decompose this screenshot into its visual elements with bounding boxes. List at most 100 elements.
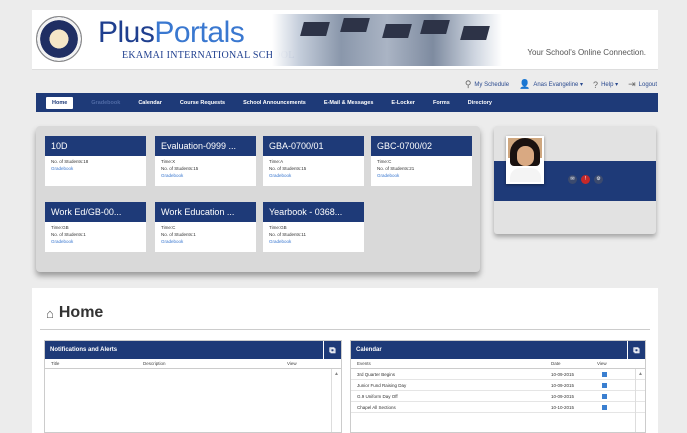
nav-school-announcements[interactable]: School Announcements xyxy=(243,100,306,106)
view-icon[interactable] xyxy=(602,383,607,388)
scrollbar[interactable]: ▲ xyxy=(635,369,645,432)
class-card-line: No. of Students:1 xyxy=(51,232,86,237)
class-card-line: Time:C xyxy=(161,225,176,230)
column-header: Title Description View xyxy=(45,359,341,369)
help-menu[interactable]: ? Help ▾ xyxy=(593,80,618,90)
nav-directory[interactable]: Directory xyxy=(468,100,492,106)
event-name: Junior Fund Raising Day xyxy=(357,383,407,388)
help-icon: ? xyxy=(593,79,599,90)
nav-home[interactable]: Home xyxy=(46,96,74,109)
home-icon: ⌂ xyxy=(46,305,54,321)
brand-portals: Portals xyxy=(154,16,245,49)
nav-gradebook[interactable]: Gradebook xyxy=(91,100,120,106)
event-date: 10-09-2015 xyxy=(551,383,575,388)
class-card-title: Evaluation-0999 ... xyxy=(155,136,256,156)
class-card[interactable]: 10D No. of Students:18 Gradebook xyxy=(45,136,146,186)
gradebook-link[interactable]: Gradebook xyxy=(269,172,358,179)
class-card[interactable]: Evaluation-0999 ... Time:X No. of Studen… xyxy=(155,136,256,186)
profile-icons: ✉ ! ⚙ xyxy=(568,175,603,184)
user-name: Anas Evangeline ▾ xyxy=(533,82,584,88)
user-toolbar: ⚲ My Schedule 👤 Anas Evangeline ▾ ? Help… xyxy=(465,79,657,90)
class-card-line: Time:GB xyxy=(269,225,287,230)
table-row[interactable]: 3rd Quarter Begins 10-09-2015 xyxy=(351,369,645,380)
alert-icon[interactable]: ! xyxy=(581,175,590,184)
expand-icon[interactable]: ⧉ xyxy=(627,341,645,359)
widget-title: Calendar xyxy=(356,347,382,353)
class-card-line: No. of Students:1 xyxy=(161,232,196,237)
nav-course-requests[interactable]: Course Requests xyxy=(180,100,225,106)
schedule-icon: ⚲ xyxy=(464,79,472,89)
my-schedule-link[interactable]: ⚲ My Schedule xyxy=(465,79,509,90)
gradebook-link[interactable]: Gradebook xyxy=(51,238,140,245)
logout-link[interactable]: ⇥ Logout xyxy=(628,79,657,90)
col-title: Title xyxy=(51,361,60,366)
gradebook-link[interactable]: Gradebook xyxy=(161,238,250,245)
class-card[interactable]: Yearbook - 0368... Time:GB No. of Studen… xyxy=(263,202,364,252)
event-name: Chapel All Sections xyxy=(357,405,396,410)
calendar-widget: Calendar ⧉ Events Date View 3rd Quarter … xyxy=(350,340,646,433)
help-label: Help ▾ xyxy=(601,82,619,88)
header-banner: PlusPortals EKAMAI INTERNATIONAL SCHOOL … xyxy=(32,10,658,70)
graduates-banner-image xyxy=(272,14,502,66)
divider xyxy=(40,329,650,330)
class-card-title: 10D xyxy=(45,136,146,156)
table-row[interactable]: Chapel All Sections 10-10-2015 xyxy=(351,402,645,413)
settings-icon[interactable]: ⚙ xyxy=(594,175,603,184)
event-name: G.9 Uniform Day Off xyxy=(357,394,398,399)
view-icon[interactable] xyxy=(602,394,607,399)
col-view: View xyxy=(287,361,297,366)
class-card[interactable]: Work Education ... Time:C No. of Student… xyxy=(155,202,256,252)
event-date: 10-09-2015 xyxy=(551,394,575,399)
class-card-title: GBC-0700/02 xyxy=(371,136,472,156)
col-view: View xyxy=(597,361,607,366)
class-card[interactable]: GBC-0700/02 Time:C No. of Students:21 Gr… xyxy=(371,136,472,186)
expand-icon[interactable]: ⧉ xyxy=(323,341,341,359)
school-name: EKAMAI INTERNATIONAL SCHOOL xyxy=(122,50,295,61)
page-title-text: Home xyxy=(58,304,104,321)
table-row[interactable]: G.9 Uniform Day Off 10-09-2015 xyxy=(351,391,645,402)
my-schedule-label: My Schedule xyxy=(474,81,510,88)
col-description: Description xyxy=(143,361,166,366)
gradebook-link[interactable]: Gradebook xyxy=(269,238,358,245)
class-card-line: Time:A xyxy=(269,159,284,164)
home-section: ⌂ Home Notifications and Alerts ⧉ Title … xyxy=(32,288,658,433)
col-date: Date xyxy=(551,361,561,366)
class-card[interactable]: Work Ed/GB-00... Time:GB No. of Students… xyxy=(45,202,146,252)
gradebook-link[interactable]: Gradebook xyxy=(377,172,466,179)
class-card-title: GBA-0700/01 xyxy=(263,136,364,156)
class-card[interactable]: GBA-0700/01 Time:A No. of Students:15 Gr… xyxy=(263,136,364,186)
tagline: Your School's Online Connection. xyxy=(527,48,646,57)
nav-calendar[interactable]: Calendar xyxy=(138,100,162,106)
event-date: 10-10-2015 xyxy=(551,405,575,410)
event-date: 10-09-2015 xyxy=(551,372,575,377)
col-events: Events xyxy=(357,361,371,366)
plusportals-logo[interactable]: PlusPortals xyxy=(98,16,245,50)
logout-icon: ⇥ xyxy=(628,79,636,89)
scrollbar[interactable]: ▲ xyxy=(331,369,341,432)
user-menu[interactable]: 👤 Anas Evangeline ▾ xyxy=(519,79,583,90)
widget-header: Notifications and Alerts ⧉ xyxy=(45,341,341,359)
class-card-line: No. of Students:18 xyxy=(51,159,89,164)
class-card-line: No. of Students:11 xyxy=(269,232,306,237)
gradebook-link[interactable]: Gradebook xyxy=(51,165,140,172)
view-icon[interactable] xyxy=(602,372,607,377)
table-row[interactable]: Junior Fund Raising Day 10-09-2015 xyxy=(351,380,645,391)
gradebook-link[interactable]: Gradebook xyxy=(161,172,250,179)
avatar[interactable] xyxy=(506,136,544,184)
widget-header: Calendar ⧉ xyxy=(351,341,645,359)
class-card-title: Work Ed/GB-00... xyxy=(45,202,146,222)
logout-label: Logout xyxy=(638,81,657,88)
nav-email-messages[interactable]: E-Mail & Messages xyxy=(324,100,374,106)
brand-plus: Plus xyxy=(98,16,155,49)
class-card-line: No. of Students:15 xyxy=(269,166,307,171)
widget-title: Notifications and Alerts xyxy=(50,347,118,353)
nav-elocker[interactable]: E-Locker xyxy=(391,100,415,106)
mail-icon[interactable]: ✉ xyxy=(568,175,577,184)
class-card-line: No. of Students:15 xyxy=(161,166,199,171)
school-seal-logo xyxy=(36,16,82,62)
class-card-title: Yearbook - 0368... xyxy=(263,202,364,222)
view-icon[interactable] xyxy=(602,405,607,410)
column-header: Events Date View xyxy=(351,359,645,369)
nav-forms[interactable]: Forms xyxy=(433,100,450,106)
class-card-line: Time:C xyxy=(377,159,392,164)
